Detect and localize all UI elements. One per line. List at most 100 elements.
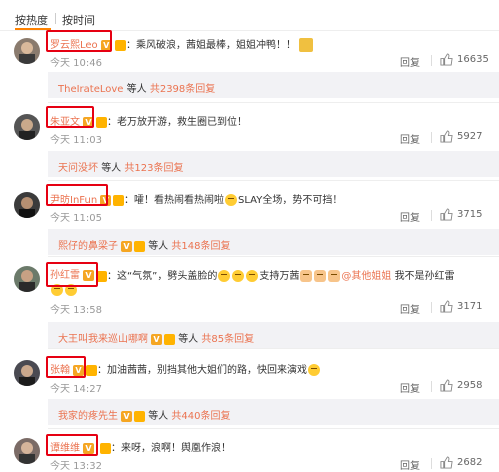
total-label: 共 [124,163,135,174]
comment-text: ：来呀，浪啊！舆凰作浪！ [98,439,231,454]
like-count: 2958 [457,380,483,391]
sub-reply-text[interactable]: 天问没坏 等人 共123条回复 [58,159,183,174]
reply-button[interactable]: 回复 [400,131,420,146]
comment-body-part: SLAY全场，势不可挡！ [238,195,343,206]
reply-suffix: 条回复 [200,411,231,422]
sub-reply-count: 123 [134,163,154,174]
sub-reply-summary[interactable]: 天问没坏 等人 共123条回复 [48,151,499,177]
reply-button[interactable]: 回复 [400,54,420,69]
fan-badge-icon [134,240,145,252]
comment-text: ：乘风破浪，茜姐最棒，姐姐冲鸭！！ [113,36,314,52]
sub-reply-summary[interactable]: 我家的疼先生 V 等人 共440条回复 [48,399,499,425]
avatar[interactable] [14,114,40,140]
bow-emoji-icon [300,270,313,282]
reply-button[interactable]: 回复 [400,380,420,395]
sub-reply-text[interactable]: 我家的疼先生 V 等人 共440条回复 [58,407,230,422]
sub-reply-text[interactable]: TheIrateLove 等人 共2398条回复 [58,80,215,95]
like-count: 16635 [457,54,489,65]
others-label: 等人 [101,163,122,174]
sub-reply-summary[interactable]: TheIrateLove 等人 共2398条回复 [48,72,499,98]
like-count: 5927 [457,131,483,142]
comment-time: 今天 10:46 [50,58,102,69]
sub-reply-author[interactable]: 大王叫我来巡山哪啊 [58,334,148,345]
comment-body-part: 这“气氛”，劈头盖脸的 [117,271,218,282]
fan-badge-icon [134,410,145,422]
action-separator [431,55,432,66]
comment-body: 加油茜茜，别挡其他大姐们的路，快回来演戏 [107,365,307,376]
tab-separator [55,13,56,24]
comment-divider [48,428,499,429]
highlight-box [46,30,112,52]
colon: ： [126,40,136,51]
like-icon[interactable] [440,53,453,66]
like-icon[interactable] [440,379,453,392]
sub-reply-author[interactable]: 天问没坏 [58,163,98,174]
like-count: 2682 [457,457,483,468]
sticker-icon [299,38,314,52]
total-label: 共 [171,411,182,422]
action-separator [431,458,432,469]
verified-badge-icon: V [151,333,162,345]
fan-badge-icon [113,194,124,206]
reply-suffix: 条回复 [224,334,255,345]
colon: ： [107,271,117,282]
comment-body-part: 支持万茜 [259,271,300,282]
total-label: 共 [149,84,160,95]
highlight-box [46,262,98,287]
sub-reply-count: 85 [211,334,225,345]
bow-emoji-icon [314,270,327,282]
mention-link[interactable]: @其他姐姐 [341,271,391,282]
sub-reply-author[interactable]: 熙仔的鼻梁子 [58,241,118,252]
sub-reply-count: 2398 [159,84,186,95]
fan-badge-icon [115,39,126,51]
colon: ： [124,195,134,206]
sub-reply-text[interactable]: 大王叫我来巡山哪啊 V 等人 共85条回复 [58,330,254,345]
total-label: 共 [201,334,212,345]
sub-reply-count: 440 [181,411,201,422]
comment-body: 来呀，浪啊！舆凰作浪！ [121,443,231,454]
action-separator [431,132,432,143]
comment-time: 今天 11:05 [50,213,102,224]
like-count: 3171 [457,301,483,312]
action-separator [431,302,432,313]
avatar[interactable] [14,360,40,386]
total-label: 共 [171,241,182,252]
highlight-box [46,184,108,206]
highlight-box [46,356,86,378]
fan-badge-icon [86,364,97,376]
highlight-box [46,106,94,128]
like-icon[interactable] [440,208,453,221]
sub-reply-text[interactable]: 熙仔的鼻梁子 V 等人 共148条回复 [58,237,230,252]
emoji-icon [218,270,231,282]
others-label: 等人 [126,84,147,95]
like-icon[interactable] [440,130,453,143]
sub-reply-author[interactable]: 我家的疼先生 [58,411,118,422]
tab-hot[interactable]: 按热度 [15,12,48,28]
others-label: 等人 [148,241,169,252]
comment-time: 今天 13:32 [50,461,102,472]
sub-reply-summary[interactable]: 熙仔的鼻梁子 V 等人 共148条回复 [48,229,499,255]
reply-button[interactable]: 回复 [400,301,420,316]
avatar[interactable] [14,266,40,292]
comment-time: 今天 14:27 [50,384,102,395]
comment-divider [48,102,499,103]
avatar[interactable] [14,192,40,218]
comment-body: 老万放开游，救生圈已到位！ [117,117,247,128]
like-icon[interactable] [440,300,453,313]
comment-body-part: 我不是孙红雷 [394,271,455,282]
tab-time[interactable]: 按时间 [62,12,95,28]
colon: ： [111,443,121,454]
sub-reply-summary[interactable]: 大王叫我来巡山哪啊 V 等人 共85条回复 [48,322,499,348]
comment-time: 今天 13:58 [50,305,102,316]
sub-reply-author[interactable]: TheIrateLove [58,84,123,95]
like-icon[interactable] [440,456,453,469]
comment-text: ：加油茜茜，别挡其他大姐们的路，快回来演戏 [84,361,321,376]
colon: ： [107,117,117,128]
sub-reply-count: 148 [181,241,201,252]
avatar[interactable] [14,38,40,64]
avatar[interactable] [14,438,40,464]
reply-button[interactable]: 回复 [400,457,420,472]
reply-button[interactable]: 回复 [400,209,420,224]
action-separator [431,381,432,392]
others-label: 等人 [148,411,169,422]
